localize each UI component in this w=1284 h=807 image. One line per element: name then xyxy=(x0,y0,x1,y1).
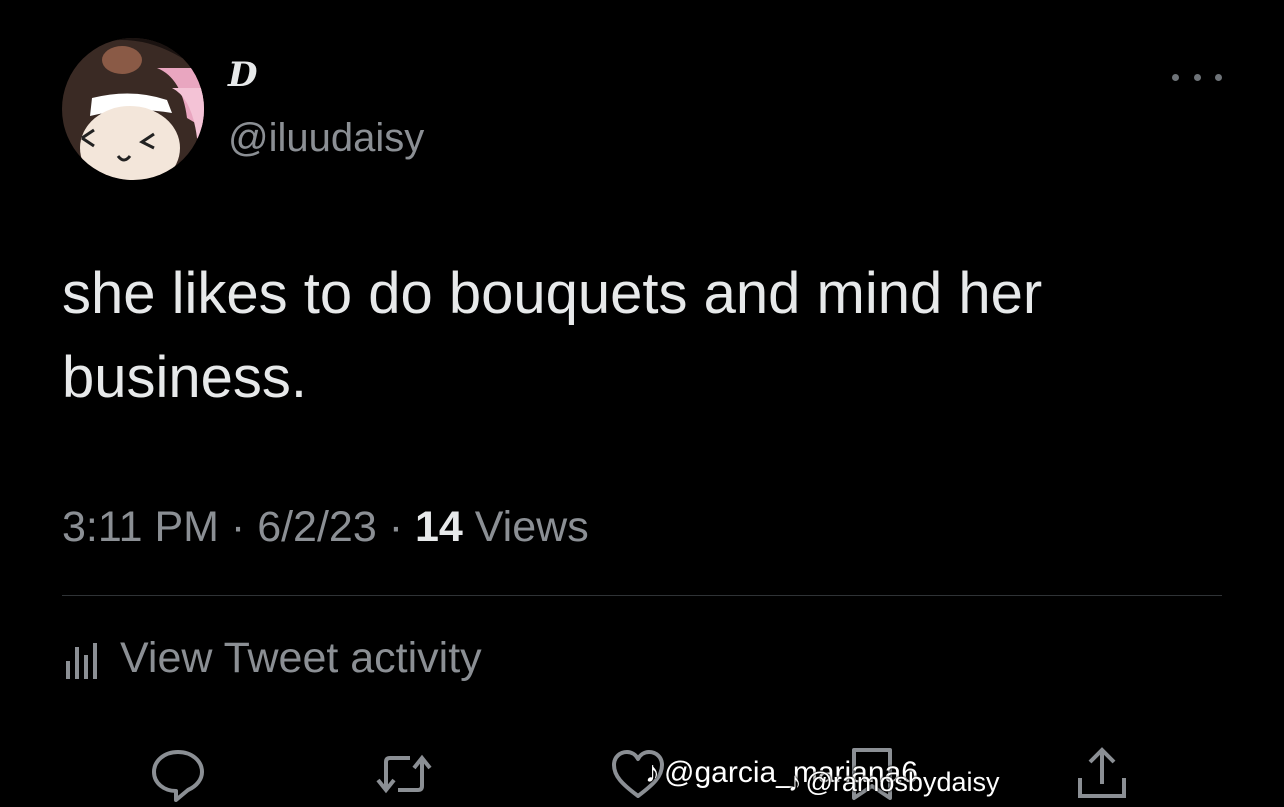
more-dot-icon xyxy=(1215,73,1222,81)
reply-icon xyxy=(152,750,204,802)
more-dot-icon xyxy=(1193,73,1201,81)
divider xyxy=(62,595,1222,596)
tiktok-icon: ♪ xyxy=(788,767,802,797)
action-bar: ♪ @garcia_mariana6 ♪ @ramosbydaisy xyxy=(0,730,1284,807)
user-handle[interactable]: @iluudaisy xyxy=(228,116,424,160)
retweet-button[interactable] xyxy=(372,742,436,806)
tweet-meta: 3:11 PM · 6/2/23 · 14 Views xyxy=(62,503,589,551)
avatar[interactable] xyxy=(62,38,204,180)
display-name[interactable]: D xyxy=(228,58,257,92)
tweet-text: she likes to do bouquets and mind her bu… xyxy=(62,261,1043,410)
more-options-button[interactable] xyxy=(1172,62,1222,92)
views-count: 14 xyxy=(414,503,463,551)
tweet-time[interactable]: 3:11 PM xyxy=(62,503,219,551)
tweet-date[interactable]: 6/2/23 xyxy=(257,503,377,551)
retweet-icon xyxy=(376,754,432,794)
share-icon xyxy=(1078,747,1126,798)
meta-separator: · xyxy=(388,503,404,551)
avatar-photo xyxy=(62,38,204,180)
watermark-handle: @ramosbydaisy xyxy=(805,767,1000,797)
view-tweet-activity-link[interactable]: View Tweet activity xyxy=(64,634,482,683)
activity-label: View Tweet activity xyxy=(120,634,482,682)
meta-separator: · xyxy=(230,503,246,551)
share-button[interactable] xyxy=(1070,742,1134,806)
bar-chart-icon xyxy=(66,642,97,679)
tweet-card: D @iluudaisy she likes to do bouquets an… xyxy=(0,0,1284,807)
tiktok-watermark: ♪ @ramosbydaisy xyxy=(788,769,999,796)
views-label: Views xyxy=(474,503,589,551)
tiktok-icon: ♪ xyxy=(645,756,660,789)
reply-button[interactable] xyxy=(146,742,210,806)
more-dot-icon xyxy=(1172,73,1179,81)
